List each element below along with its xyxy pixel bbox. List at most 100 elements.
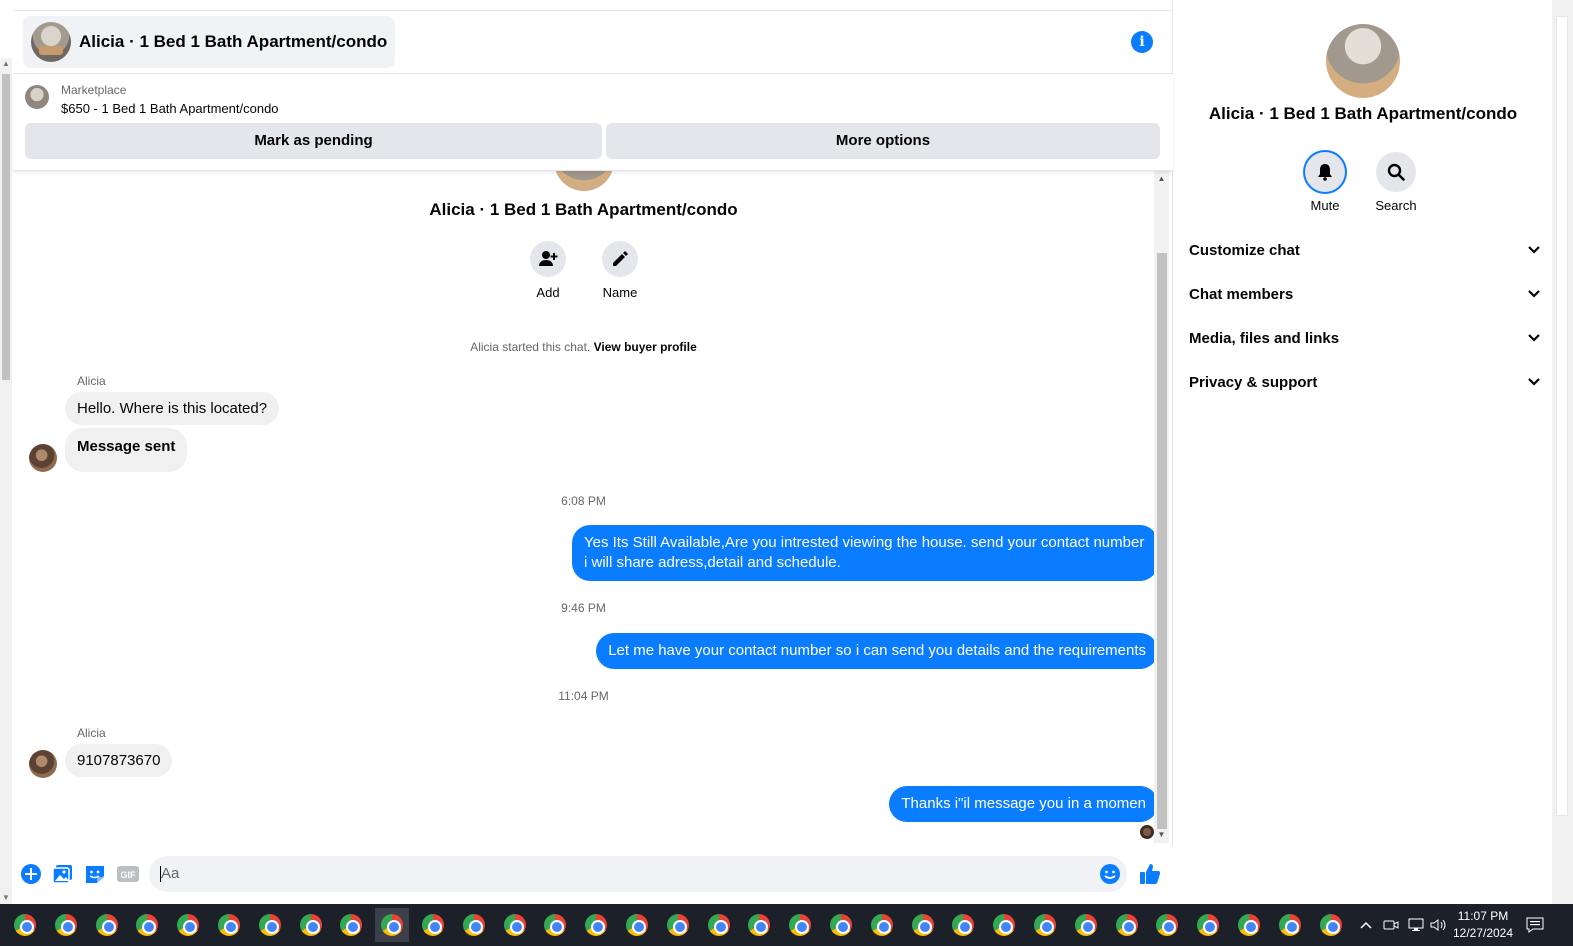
chat-members-section[interactable]: Chat members — [1189, 272, 1541, 316]
intro-avatar — [554, 171, 614, 191]
taskbar-chrome-icon[interactable] — [294, 908, 328, 942]
add-people-button[interactable]: Add — [518, 241, 578, 300]
contact-avatar[interactable] — [29, 750, 57, 778]
taskbar-chrome-icon[interactable] — [1028, 908, 1062, 942]
taskbar-chrome-icon[interactable] — [1191, 908, 1225, 942]
info-icon[interactable]: i — [1131, 31, 1153, 53]
chrome-icon — [1238, 914, 1260, 936]
taskbar-chrome-icon[interactable] — [1273, 908, 1307, 942]
like-icon[interactable] — [1139, 863, 1161, 885]
taskbar-chrome-icon[interactable] — [130, 908, 164, 942]
search-label: Search — [1375, 198, 1417, 213]
customize-chat-section[interactable]: Customize chat — [1189, 228, 1541, 272]
scroll-up-arrow[interactable]: ▲ — [1154, 173, 1169, 185]
clock-time: 11:07 PM — [1457, 909, 1509, 923]
taskbar-chrome-icon[interactable] — [865, 908, 899, 942]
chevron-down-icon — [1527, 374, 1541, 391]
taskbar-chrome-icon[interactable] — [334, 908, 368, 942]
incoming-message[interactable]: 9107873670 — [65, 744, 173, 777]
taskbar-chrome-icon[interactable] — [498, 908, 532, 942]
taskbar-chrome-icon[interactable] — [538, 908, 572, 942]
taskbar-chrome-icon[interactable] — [1150, 908, 1184, 942]
taskbar-chrome-icon[interactable] — [906, 908, 940, 942]
taskbar-chrome-icon[interactable] — [212, 908, 246, 942]
incoming-message[interactable]: Hello. Where is this located? — [65, 392, 280, 425]
taskbar-chrome-icon[interactable] — [1314, 908, 1348, 942]
taskbar-chrome-icon[interactable] — [375, 908, 410, 942]
emoji-icon[interactable] — [1099, 863, 1121, 885]
more-options-button[interactable]: More options — [606, 123, 1160, 159]
scroll-up-arrow[interactable]: ▲ — [0, 58, 12, 70]
privacy-support-section[interactable]: Privacy & support — [1189, 360, 1541, 404]
gif-icon[interactable]: GIF — [116, 863, 140, 885]
listing-price-title[interactable]: $650 - 1 Bed 1 Bath Apartment/condo — [61, 101, 279, 116]
chevron-down-icon — [1527, 242, 1541, 259]
plus-icon[interactable] — [20, 863, 42, 885]
timestamp: 11:04 PM — [558, 689, 609, 703]
taskbar-chrome-icon[interactable] — [457, 908, 491, 942]
media-files-links-section[interactable]: Media, files and links — [1189, 316, 1541, 360]
listing-thumbnail[interactable] — [25, 85, 49, 109]
listing-banner: Marketplace $650 - 1 Bed 1 Bath Apartmen… — [13, 75, 1173, 171]
search-button[interactable]: Search — [1364, 152, 1428, 213]
taskbar-chrome-icon[interactable] — [90, 908, 124, 942]
outgoing-message[interactable]: Yes Its Still Available,Are you intreste… — [572, 525, 1158, 581]
network-icon[interactable] — [1407, 904, 1425, 946]
conversation-avatar[interactable] — [1326, 24, 1400, 98]
scrollbar-thumb[interactable] — [1157, 253, 1167, 829]
taskbar-chrome-icon[interactable] — [987, 908, 1021, 942]
contact-avatar[interactable] — [29, 444, 57, 472]
photo-icon[interactable] — [52, 863, 74, 885]
show-hidden-icons-chevron-icon[interactable] — [1359, 904, 1373, 946]
notifications-icon[interactable] — [1526, 904, 1544, 946]
taskbar-chrome-icon[interactable] — [8, 908, 42, 942]
taskbar-chrome-icon[interactable] — [661, 908, 695, 942]
chrome-icon — [993, 914, 1016, 936]
page-scrollbar[interactable]: ▲ ▼ — [0, 58, 12, 904]
sticker-icon[interactable] — [84, 863, 106, 885]
mark-as-pending-button[interactable]: Mark as pending — [25, 123, 602, 159]
meet-now-icon[interactable] — [1383, 904, 1399, 946]
sender-name: Alicia — [77, 374, 106, 388]
edit-name-button[interactable]: Name — [590, 241, 650, 300]
taskbar-chrome-icon[interactable] — [742, 908, 776, 942]
scrollbar-thumb[interactable] — [1556, 16, 1568, 816]
taskbar-chrome-icon[interactable] — [1232, 908, 1266, 942]
taskbar-chrome-icon[interactable] — [49, 908, 83, 942]
taskbar-chrome-icon[interactable] — [824, 908, 858, 942]
chrome-icon — [1074, 914, 1097, 936]
taskbar-chrome-icon[interactable] — [702, 908, 736, 942]
incoming-message[interactable]: Message sent — [65, 428, 188, 472]
scroll-down-arrow[interactable]: ▼ — [1154, 829, 1169, 841]
listing-source: Marketplace — [61, 83, 127, 97]
scrollbar-thumb[interactable] — [2, 74, 10, 380]
conversation-info-panel: Alicia · 1 Bed 1 Bath Apartment/condo Mu… — [1174, 0, 1552, 904]
outgoing-message[interactable]: Thanks i"il message you in a momen — [889, 786, 1158, 822]
chrome-icon — [14, 914, 36, 936]
taskbar-chrome-icon[interactable] — [1069, 908, 1103, 942]
chevron-down-icon — [1527, 330, 1541, 347]
window-scrollbar[interactable] — [1552, 0, 1573, 904]
chrome-icon — [422, 914, 444, 936]
scroll-down-arrow[interactable]: ▼ — [0, 892, 12, 904]
message-input[interactable]: Aa — [149, 856, 1127, 892]
taskbar-chrome-icon[interactable] — [579, 908, 613, 942]
taskbar-chrome-icon[interactable] — [171, 908, 205, 942]
view-buyer-profile-link[interactable]: View buyer profile — [594, 340, 697, 354]
messenger-window: ▲ ▼ Alicia · 1 Bed 1 Bath Apartment/cond… — [0, 0, 1573, 946]
taskbar-chrome-icon[interactable] — [783, 908, 817, 942]
system-clock[interactable]: 11:07 PM 12/27/2024 — [1446, 908, 1520, 942]
chat-title-button[interactable]: Alicia · 1 Bed 1 Bath Apartment/condo — [23, 16, 396, 68]
messages-scrollbar[interactable]: ▲ ▼ — [1154, 171, 1169, 843]
mute-button[interactable]: Mute — [1293, 152, 1357, 213]
taskbar-chrome-icon[interactable] — [1110, 908, 1144, 942]
chrome-icon — [789, 914, 812, 936]
section-label: Customize chat — [1189, 241, 1300, 259]
chrome-icon — [748, 914, 771, 936]
taskbar-chrome-icon[interactable] — [620, 908, 654, 942]
taskbar-chrome-icon[interactable] — [416, 908, 450, 942]
outgoing-message[interactable]: Let me have your contact number so i can… — [596, 633, 1158, 669]
taskbar-chrome-icon[interactable] — [253, 908, 287, 942]
chat-started-notice: Alicia started this chat. View buyer pro… — [13, 340, 1154, 354]
taskbar-chrome-icon[interactable] — [946, 908, 980, 942]
